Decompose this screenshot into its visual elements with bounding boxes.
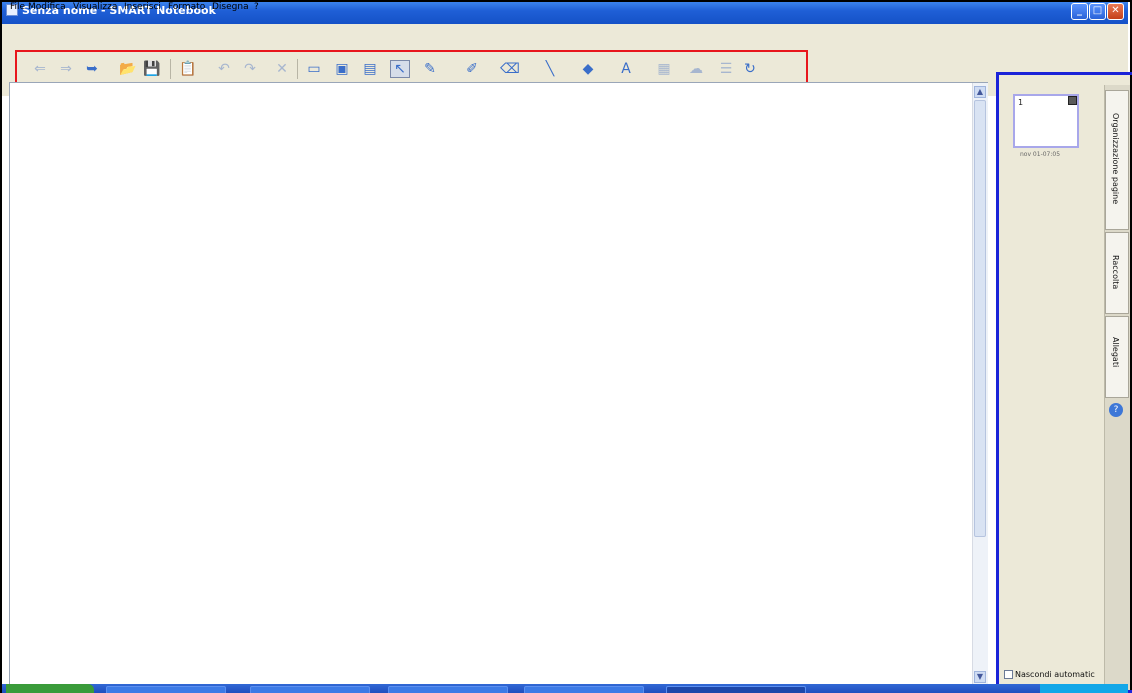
- taskbar-button[interactable]: [388, 686, 508, 693]
- taskbar-button[interactable]: [250, 686, 370, 693]
- start-button[interactable]: [6, 684, 94, 693]
- taskbar-button[interactable]: [524, 686, 644, 693]
- menu-file[interactable]: File: [10, 2, 25, 12]
- taskbar-button[interactable]: [106, 686, 226, 693]
- scrollbar-thumb[interactable]: [974, 100, 986, 537]
- system-tray: [1040, 684, 1128, 693]
- maximize-button[interactable]: □: [1089, 3, 1106, 20]
- menu-modifica[interactable]: Modifica: [28, 2, 66, 12]
- scroll-down-button[interactable]: ▼: [974, 671, 986, 683]
- menu-bar: [2, 24, 1128, 41]
- close-button[interactable]: ✕: [1107, 3, 1124, 20]
- menu-help[interactable]: ?: [254, 2, 259, 12]
- minimize-button[interactable]: _: [1071, 3, 1088, 20]
- whiteboard-canvas[interactable]: [9, 82, 988, 688]
- menu-formato[interactable]: Formato: [168, 2, 205, 12]
- menu-visualizza[interactable]: Visualizza: [73, 2, 117, 12]
- menu-disegna[interactable]: Disegna: [212, 2, 249, 12]
- taskbar-button-active[interactable]: [666, 686, 806, 693]
- menu-inserisci[interactable]: Inserisci: [124, 2, 161, 12]
- scroll-up-button[interactable]: ▲: [974, 86, 986, 98]
- side-panel-highlight-box: [996, 72, 1132, 693]
